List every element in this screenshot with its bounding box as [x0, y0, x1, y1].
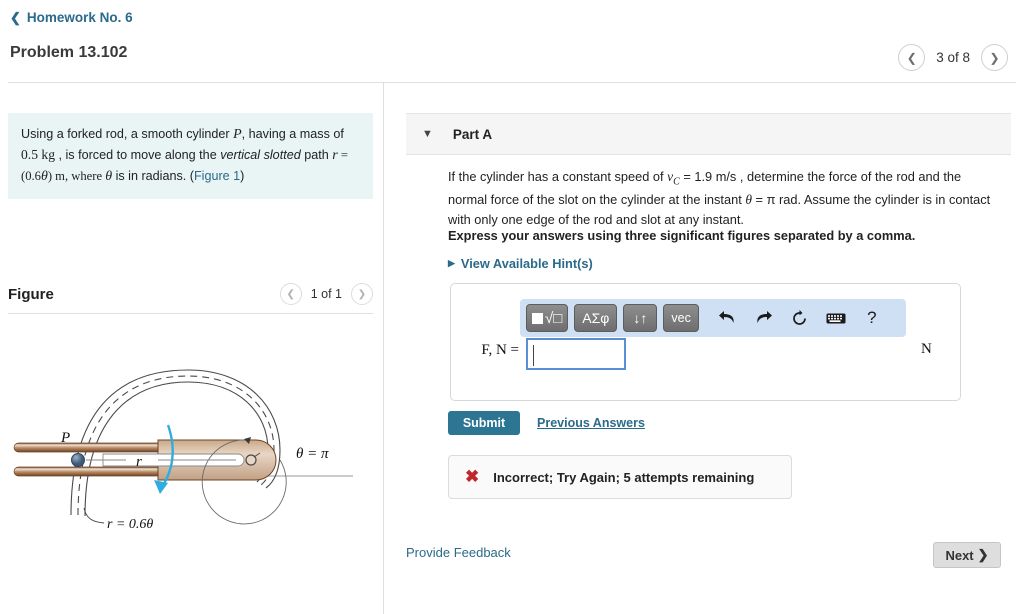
submit-button[interactable]: Submit [448, 411, 520, 435]
feedback-message: Incorrect; Try Again; 5 attempts remaini… [493, 469, 755, 485]
reset-icon[interactable] [785, 304, 815, 332]
problem-text-7: is in radians. ( [112, 169, 194, 183]
breadcrumb-back-link[interactable]: ❮ Homework No. 6 [10, 10, 133, 25]
problem-pager: ❮ 3 of 8 ❯ [898, 44, 1008, 71]
problem-text-4: path [300, 148, 333, 162]
chevron-left-icon: ❮ [286, 288, 295, 300]
page-title: Problem 13.102 [10, 44, 128, 61]
part-a-header[interactable]: ▼ Part A [406, 113, 1011, 155]
svg-text:r = 0.6θ: r = 0.6θ [107, 517, 153, 532]
instructions-text: Express your answers using three signifi… [448, 228, 916, 243]
svg-text:θ = π: θ = π [296, 446, 329, 462]
answer-unit: N [921, 341, 932, 357]
vector-button[interactable]: vec [663, 304, 699, 332]
figure-prev-button[interactable]: ❮ [279, 283, 302, 305]
math-toolbar: √□ ΑΣφ ↓↑ vec ? [520, 299, 906, 337]
greek-symbols-button[interactable]: ΑΣφ [574, 304, 618, 332]
chevron-right-icon: ❯ [989, 50, 1000, 65]
question-text-1: If the cylinder has a constant speed of [448, 169, 668, 184]
view-hints-label: View Available Hint(s) [460, 256, 593, 271]
problem-var-theta: θ [40, 169, 48, 184]
figure-title: Figure [8, 285, 54, 303]
redo-icon[interactable] [749, 304, 779, 332]
triangle-right-icon: ▶ [448, 258, 455, 268]
pager-label: 3 of 8 [936, 50, 970, 65]
problem-var-p: P [233, 127, 242, 142]
chevron-left-icon: ❮ [906, 50, 917, 65]
figure-pager: ❮ 1 of 1 ❯ [279, 283, 373, 305]
figure-next-button[interactable]: ❯ [351, 283, 373, 305]
template-radical-button[interactable]: √□ [526, 304, 569, 332]
answer-label: F, N = [481, 342, 519, 358]
text-caret [533, 345, 534, 366]
breadcrumb-label: Homework No. 6 [26, 10, 133, 25]
undo-icon[interactable] [713, 304, 743, 332]
pager-next-button[interactable]: ❯ [981, 44, 1008, 71]
problem-text-3: , is forced to move along the [54, 148, 221, 162]
question-var-v-sub: C [673, 176, 680, 188]
radical-icon: √□ [545, 309, 563, 327]
problem-text-2: , having a mass of [241, 127, 344, 141]
feedback-banner: ✖ Incorrect; Try Again; 5 attempts remai… [448, 455, 792, 499]
provide-feedback-link[interactable]: Provide Feedback [406, 545, 511, 560]
pager-prev-button[interactable]: ❮ [898, 44, 926, 71]
filled-square-icon [532, 312, 543, 324]
figure-pager-label: 1 of 1 [310, 287, 342, 301]
svg-text:P: P [60, 430, 70, 446]
problem-text-6: ) m, where [47, 169, 106, 183]
previous-answers-link[interactable]: Previous Answers [537, 416, 645, 430]
problem-emphasis: vertical slotted [220, 148, 301, 162]
svg-text:r: r [136, 454, 142, 470]
chevron-right-icon: ❯ [977, 547, 989, 562]
figure-divider [8, 313, 373, 314]
chevron-left-icon: ❮ [10, 10, 21, 25]
arrows-button[interactable]: ↓↑ [623, 304, 658, 332]
problem-text-1: Using a forked rod, a smooth cylinder [21, 127, 234, 141]
chevron-right-icon: ❯ [357, 288, 367, 300]
x-mark-icon: ✖ [465, 467, 480, 486]
figure-image: P r r = 0.6θ θ = π [8, 330, 378, 560]
view-hints-link[interactable]: ▶ View Available Hint(s) [448, 256, 593, 271]
problem-text-8: ) [240, 169, 245, 183]
header-divider [8, 82, 1016, 83]
next-button-label: Next [945, 547, 974, 563]
answer-panel: √□ ΑΣφ ↓↑ vec ? F, N = N [450, 283, 961, 401]
problem-statement: Using a forked rod, a smooth cylinder P,… [8, 113, 373, 199]
keyboard-icon[interactable] [821, 304, 851, 332]
column-divider [383, 83, 384, 614]
next-button[interactable]: Next ❯ [933, 542, 1001, 568]
help-icon[interactable]: ? [857, 304, 887, 332]
problem-mass: 0.5 kg [21, 147, 55, 162]
figure-link[interactable]: Figure 1 [194, 169, 240, 183]
figure-header: Figure ❮ 1 of 1 ❯ [8, 283, 373, 305]
question-text: If the cylinder has a constant speed of … [448, 167, 996, 230]
question-var-theta: θ [745, 191, 752, 207]
answer-input[interactable] [526, 338, 626, 370]
part-a-title: Part A [452, 126, 493, 142]
triangle-down-icon[interactable]: ▼ [422, 128, 433, 140]
